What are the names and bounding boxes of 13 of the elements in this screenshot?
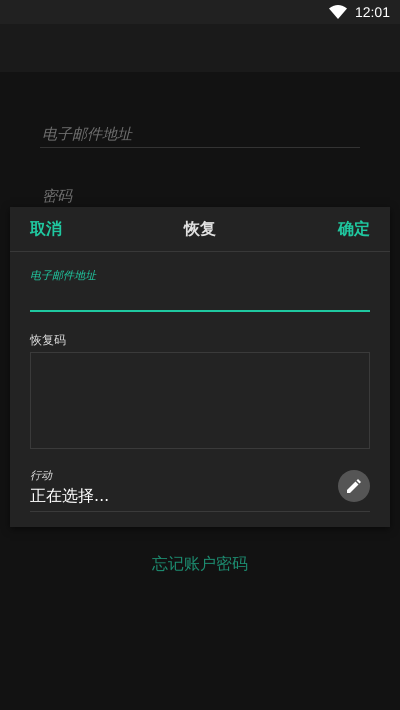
dialog-title: 恢复 <box>184 218 216 240</box>
confirm-button[interactable]: 确定 <box>338 214 370 244</box>
edit-button[interactable] <box>338 470 370 502</box>
wifi-icon <box>328 5 347 19</box>
cancel-button[interactable]: 取消 <box>30 214 62 244</box>
action-field[interactable]: 行动 正在选择... <box>30 463 370 512</box>
email-field[interactable]: 电子邮件地址 <box>30 268 370 312</box>
email-input-field[interactable]: 电子邮件地址 <box>40 120 360 148</box>
clock-time: 12:01 <box>354 4 390 20</box>
password-input-field[interactable]: 密码 <box>40 182 360 210</box>
recovery-code-label: 恢复码 <box>30 332 67 349</box>
pencil-icon <box>347 479 361 493</box>
forgot-password-link[interactable]: 忘记账户密码 <box>152 554 248 575</box>
